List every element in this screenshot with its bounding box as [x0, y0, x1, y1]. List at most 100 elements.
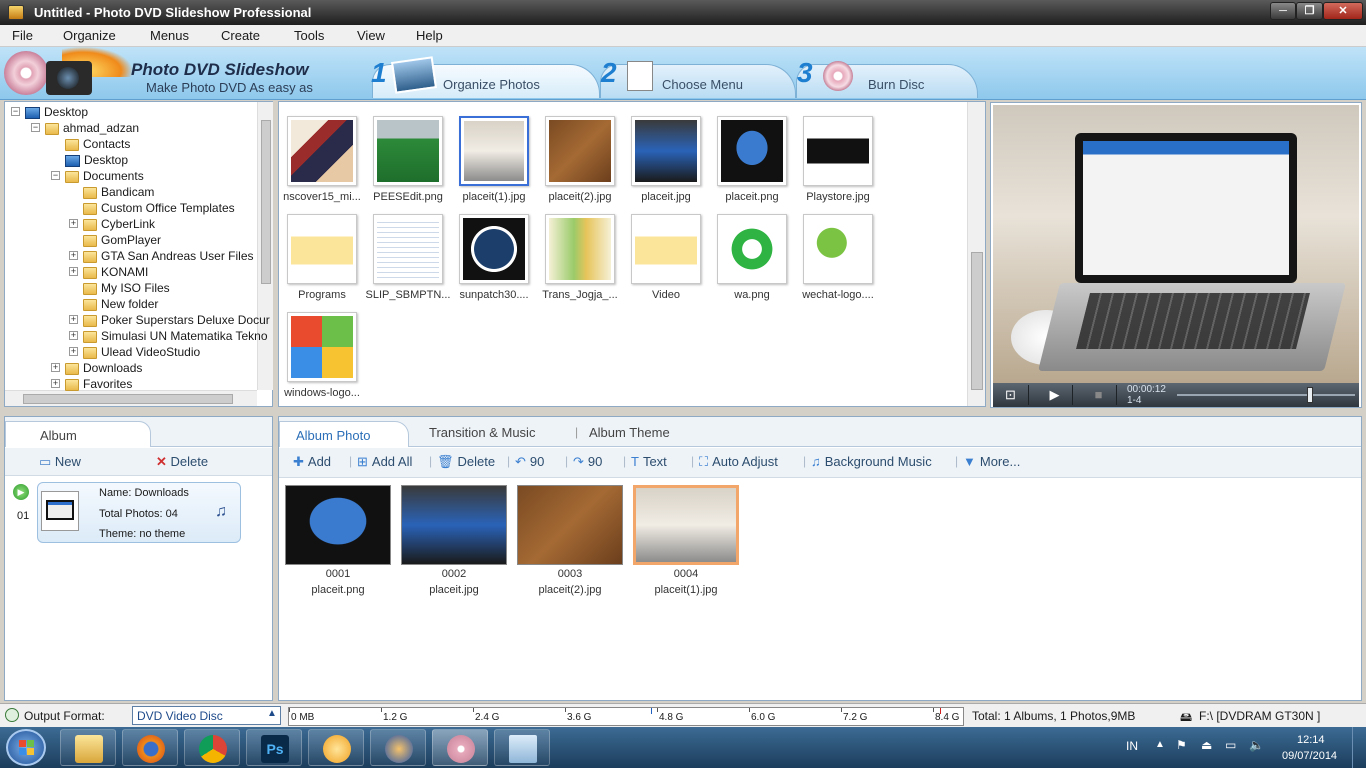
tree-expander-icon[interactable]: + — [69, 315, 78, 324]
menu-view[interactable]: View — [357, 28, 385, 43]
file-name[interactable]: Video — [623, 289, 709, 301]
preview-seek-handle[interactable] — [1307, 387, 1313, 403]
files-scroll-thumb[interactable] — [971, 252, 983, 390]
tree-item[interactable]: Desktop — [25, 104, 88, 120]
tree-item[interactable]: Bandicam — [83, 184, 154, 200]
tree-item[interactable]: Custom Office Templates — [83, 200, 235, 216]
tree-item[interactable]: Poker Superstars Deluxe Docur — [83, 312, 270, 328]
preview-fullscreen-button[interactable]: ⊡ — [993, 385, 1029, 405]
tree-expander-icon[interactable]: + — [69, 347, 78, 356]
tree-expander-icon[interactable]: − — [11, 107, 20, 116]
start-button[interactable] — [6, 729, 46, 766]
toolbar-button-1[interactable]: ⊞ Add All — [357, 454, 412, 470]
album-item[interactable]: Name: Downloads Total Photos: 04 Theme: … — [37, 482, 241, 543]
album-photo-thumbnail[interactable] — [285, 485, 391, 565]
taskbar-media-player[interactable] — [308, 729, 364, 766]
file-name[interactable]: placeit.jpg — [623, 191, 709, 203]
tree-expander-icon[interactable]: + — [51, 379, 60, 388]
toolbar-button-2[interactable]: 🗑 Delete — [437, 454, 495, 470]
file-name[interactable]: Trans_Jogja_... — [537, 289, 623, 301]
tab-transition-music[interactable]: Transition & Music — [429, 425, 535, 440]
tree-expander-icon[interactable]: + — [69, 219, 78, 228]
file-name[interactable]: wechat-logo.... — [795, 289, 881, 301]
tree-horizontal-scrollbar[interactable] — [5, 390, 257, 406]
file-thumbnail[interactable] — [717, 214, 787, 284]
tree-expander-icon[interactable]: + — [69, 267, 78, 276]
tray-expand-icon[interactable]: ▲ — [1155, 739, 1165, 750]
output-format-select[interactable]: DVD Video Disc ▲ — [132, 706, 281, 725]
file-name[interactable]: nscover15_mi... — [279, 191, 365, 203]
menu-create[interactable]: Create — [221, 28, 260, 43]
tree-item[interactable]: Contacts — [65, 136, 130, 152]
new-album-button[interactable]: ▭ New — [39, 454, 81, 470]
toolbar-button-7[interactable]: ♫ Background Music — [811, 454, 932, 469]
file-name[interactable]: PEESEdit.png — [365, 191, 451, 203]
tree-item[interactable]: ahmad_adzan — [45, 120, 139, 136]
tree-item[interactable]: KONAMI — [83, 264, 148, 280]
file-name[interactable]: Programs — [279, 289, 365, 301]
tree-item[interactable]: Favorites — [65, 376, 132, 392]
tree-expander-icon[interactable]: − — [51, 171, 60, 180]
menu-organize[interactable]: Organize — [63, 28, 116, 43]
menu-tools[interactable]: Tools — [294, 28, 324, 43]
tree-item[interactable]: Documents — [65, 168, 144, 184]
clock-date[interactable]: 09/07/2014 — [1282, 750, 1337, 762]
tree-item[interactable]: New folder — [83, 296, 158, 312]
file-thumbnail[interactable] — [373, 214, 443, 284]
file-name[interactable]: windows-logo... — [279, 387, 365, 399]
taskbar-notepad[interactable] — [494, 729, 550, 766]
file-thumbnail[interactable] — [545, 116, 615, 186]
file-thumbnail[interactable] — [803, 214, 873, 284]
tree-item[interactable]: GomPlayer — [83, 232, 161, 248]
tab-album-theme[interactable]: Album Theme — [589, 425, 670, 440]
toolbar-button-3[interactable]: ↶ 90 — [515, 454, 544, 470]
toolbar-button-4[interactable]: ↷ 90 — [573, 454, 602, 470]
tray-flag-icon[interactable]: ⚑ — [1176, 738, 1187, 752]
album-photo-thumbnail[interactable] — [517, 485, 623, 565]
language-indicator[interactable]: IN — [1126, 739, 1138, 753]
tray-network-icon[interactable]: ▭ — [1225, 738, 1236, 752]
taskbar-chrome[interactable] — [184, 729, 240, 766]
file-thumbnail[interactable] — [545, 214, 615, 284]
album-photo-thumbnail[interactable] — [633, 485, 739, 565]
file-thumbnail[interactable] — [459, 214, 529, 284]
tree-hscroll-thumb[interactable] — [23, 394, 233, 404]
step-choose-menu[interactable]: 2 Choose Menu — [600, 57, 796, 98]
delete-album-button[interactable]: ✕ Delete — [156, 454, 208, 470]
file-thumbnail[interactable] — [287, 116, 357, 186]
preview-stop-button[interactable]: ■ — [1081, 385, 1117, 405]
file-thumbnail[interactable] — [373, 116, 443, 186]
file-name[interactable]: Playstore.jpg — [795, 191, 881, 203]
tray-device-icon[interactable]: ⏏ — [1201, 738, 1212, 752]
clock-time[interactable]: 12:14 — [1297, 734, 1325, 746]
album-photo-thumbnail[interactable] — [401, 485, 507, 565]
file-name[interactable]: placeit.png — [709, 191, 795, 203]
file-name[interactable]: sunpatch30.... — [451, 289, 537, 301]
taskbar-photoshop[interactable]: Ps — [246, 729, 302, 766]
album-tab[interactable]: Album — [5, 421, 151, 447]
close-button[interactable]: ✕ — [1323, 2, 1363, 20]
file-name[interactable]: placeit(2).jpg — [537, 191, 623, 203]
tab-album-photo[interactable]: Album Photo — [279, 421, 409, 447]
step-burn-disc[interactable]: 3 Burn Disc — [796, 57, 978, 98]
preview-seek-track[interactable] — [1177, 394, 1355, 396]
step-organize-photos[interactable]: 1 Organize Photos — [371, 56, 600, 98]
taskbar-app[interactable] — [370, 729, 426, 766]
show-desktop-button[interactable] — [1352, 727, 1366, 768]
preview-play-button[interactable]: ▶ — [1037, 385, 1073, 405]
tree-scroll-thumb[interactable] — [261, 120, 271, 284]
tree-item[interactable]: Ulead VideoStudio — [83, 344, 200, 360]
tree-item[interactable]: Desktop — [65, 152, 128, 168]
menu-help[interactable]: Help — [416, 28, 443, 43]
drive-label[interactable]: F:\ [DVDRAM GT30N ] — [1199, 709, 1320, 723]
taskbar-firefox[interactable] — [122, 729, 178, 766]
toolbar-button-8[interactable]: ▼ More... — [963, 454, 1020, 469]
tree-expander-icon[interactable]: + — [51, 363, 60, 372]
file-thumbnail[interactable] — [717, 116, 787, 186]
file-thumbnail[interactable] — [459, 116, 529, 186]
file-name[interactable]: wa.png — [709, 289, 795, 301]
tree-item[interactable]: GTA San Andreas User Files — [83, 248, 254, 264]
folder-tree[interactable]: − Desktop − ahmad_adzan Contacts Desktop − Docu… — [4, 101, 273, 407]
taskbar-photo-dvd[interactable] — [432, 729, 488, 766]
play-album-icon[interactable]: ▶ — [13, 484, 29, 500]
